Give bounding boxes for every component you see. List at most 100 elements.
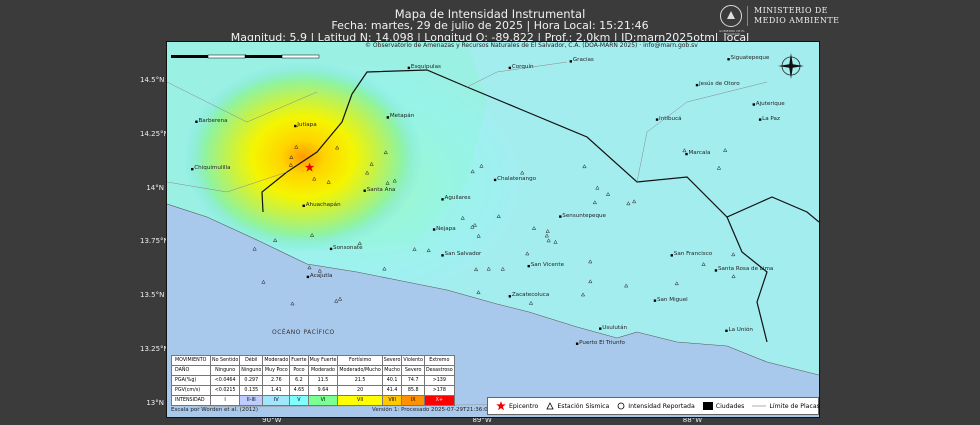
city-marker bbox=[363, 189, 366, 192]
copyright-note: © Observatorio de Amenazas y Recursos Na… bbox=[365, 42, 698, 49]
city-marker bbox=[727, 58, 730, 61]
city-marker bbox=[329, 247, 333, 251]
city-marker bbox=[508, 66, 512, 70]
city-label: Puerto El Triunfo bbox=[579, 339, 625, 346]
city-marker bbox=[655, 118, 659, 121]
city-marker bbox=[432, 228, 436, 231]
table-cell: Fuerte bbox=[289, 355, 309, 366]
table-cell: <0.0464 bbox=[209, 375, 241, 386]
city-marker bbox=[441, 254, 444, 257]
ministry-name-line1: MINISTERIO DE bbox=[754, 6, 828, 15]
table-cell: 21.5 bbox=[337, 375, 383, 386]
table-cell: >139 bbox=[423, 375, 455, 386]
city-label: Usulután bbox=[602, 324, 628, 331]
lat-label: 13°N bbox=[146, 399, 164, 408]
map-legend: Epicentro Estación Sísmica Intensidad Re… bbox=[487, 397, 820, 415]
table-cell: MOVIMIENTO bbox=[171, 355, 211, 366]
table-cell: Extremo bbox=[423, 355, 455, 366]
ministry-logo: GOBIERNO DE EL SALVADOR MINISTERIO DE ME… bbox=[719, 5, 840, 36]
city-label: Marcala bbox=[688, 150, 711, 157]
city-label: Ahuachapán bbox=[305, 201, 341, 208]
legend-epicenter: Epicentro bbox=[509, 402, 539, 410]
ministry-name-line2: MEDIO AMBIENTE bbox=[754, 16, 840, 25]
scale-unit: km bbox=[245, 54, 253, 60]
city-label: Corquín bbox=[511, 63, 534, 70]
city-label: Metapán bbox=[389, 113, 415, 120]
city-label: Esquipulas bbox=[410, 63, 441, 70]
table-cell: VIII bbox=[381, 395, 403, 406]
ocean-label: OCÉANO PACÍFICO bbox=[272, 329, 335, 336]
city-label: La Unión bbox=[728, 326, 753, 333]
table-cell: Ninguno bbox=[239, 365, 264, 376]
city-marker bbox=[386, 116, 390, 119]
table-row: MOVIMIENTO No Sentido Débil Moderado Fuerte M… bbox=[171, 355, 455, 366]
lat-label: 14.25°N bbox=[140, 129, 169, 138]
table-cell: 9.64 bbox=[307, 385, 339, 396]
table-cell: 1.41 bbox=[262, 385, 291, 396]
table-cell: 41.4 bbox=[381, 385, 403, 396]
city-label: Barberena bbox=[198, 117, 228, 124]
city-label: San Francisco bbox=[673, 251, 713, 258]
city-marker bbox=[195, 120, 198, 123]
city-marker bbox=[191, 167, 194, 171]
city-label: Ajuterique bbox=[755, 100, 785, 107]
lat-label: 13.25°N bbox=[140, 345, 169, 354]
city-label: Nejapa bbox=[436, 225, 456, 232]
table-cell: VII bbox=[337, 395, 383, 406]
city-label: San Vicente bbox=[530, 262, 565, 269]
legend-station: Estación Sísmica bbox=[557, 402, 610, 410]
table-cell: Severo bbox=[381, 355, 403, 366]
city-label: Jesús de Otoro bbox=[699, 81, 740, 88]
city-label: Siguatepeque bbox=[730, 55, 770, 62]
reported-circle-icon bbox=[617, 402, 625, 410]
table-cell: Moderado bbox=[307, 365, 339, 376]
city-marker bbox=[599, 327, 602, 330]
table-cell: Severo bbox=[401, 365, 425, 376]
city-marker bbox=[569, 60, 573, 63]
table-cell: PGA(%g) bbox=[171, 375, 211, 386]
table-row: INTENSIDAD I II-III IV V VI VII VIII IX X+ bbox=[171, 395, 455, 406]
city-label: Acajutla bbox=[309, 272, 333, 279]
city-marker bbox=[306, 275, 310, 279]
city-marker bbox=[441, 198, 444, 201]
city-marker bbox=[670, 254, 673, 257]
city-marker bbox=[695, 83, 699, 87]
lat-label: 13.75°N bbox=[140, 237, 169, 246]
city-marker bbox=[559, 215, 562, 218]
city-label: Chiquimulilla bbox=[194, 165, 231, 172]
epicenter-legend-icon bbox=[496, 401, 506, 411]
table-cell: >178 bbox=[423, 385, 455, 396]
city-marker bbox=[527, 264, 530, 268]
city-marker bbox=[508, 295, 512, 298]
city-marker bbox=[407, 66, 411, 70]
table-cell: Violento bbox=[401, 355, 425, 366]
city-marker bbox=[575, 342, 579, 345]
table-cell: Mucho bbox=[381, 365, 403, 376]
lat-label: 14°N bbox=[146, 183, 164, 192]
city-marker bbox=[653, 299, 657, 302]
city-marker bbox=[725, 329, 728, 332]
table-cell: DAÑO bbox=[171, 365, 211, 376]
table-cell: Fortísimo bbox=[337, 355, 383, 366]
city-marker bbox=[758, 118, 762, 121]
table-cell: 4.65 bbox=[289, 385, 309, 396]
table-cell: X+ bbox=[423, 395, 455, 406]
table-cell: Muy Poco bbox=[262, 365, 291, 376]
table-row: PGA(%g) <0.0464 0.297 2.76 6.2 11.5 21.5 40.1 74… bbox=[171, 375, 455, 386]
lat-label: 14.5°N bbox=[140, 75, 165, 84]
city-marker bbox=[302, 204, 305, 207]
table-cell: 0.297 bbox=[239, 375, 264, 386]
city-marker bbox=[752, 103, 755, 106]
table-cell: 20 bbox=[337, 385, 383, 396]
city-label: La Paz bbox=[762, 115, 780, 122]
table-cell: 74.7 bbox=[401, 375, 425, 386]
table-cell: Débil bbox=[239, 355, 264, 366]
table-cell: I bbox=[209, 395, 241, 406]
scale-reference: Escala por Worden et al. (2012) bbox=[171, 407, 258, 413]
table-cell: 40.1 bbox=[381, 375, 403, 386]
station-triangle-icon bbox=[546, 402, 554, 410]
city-marker bbox=[714, 269, 718, 272]
scale-bar: km bbox=[171, 51, 321, 60]
table-cell: 11.5 bbox=[307, 375, 339, 386]
city-label: San Miguel bbox=[656, 296, 688, 303]
